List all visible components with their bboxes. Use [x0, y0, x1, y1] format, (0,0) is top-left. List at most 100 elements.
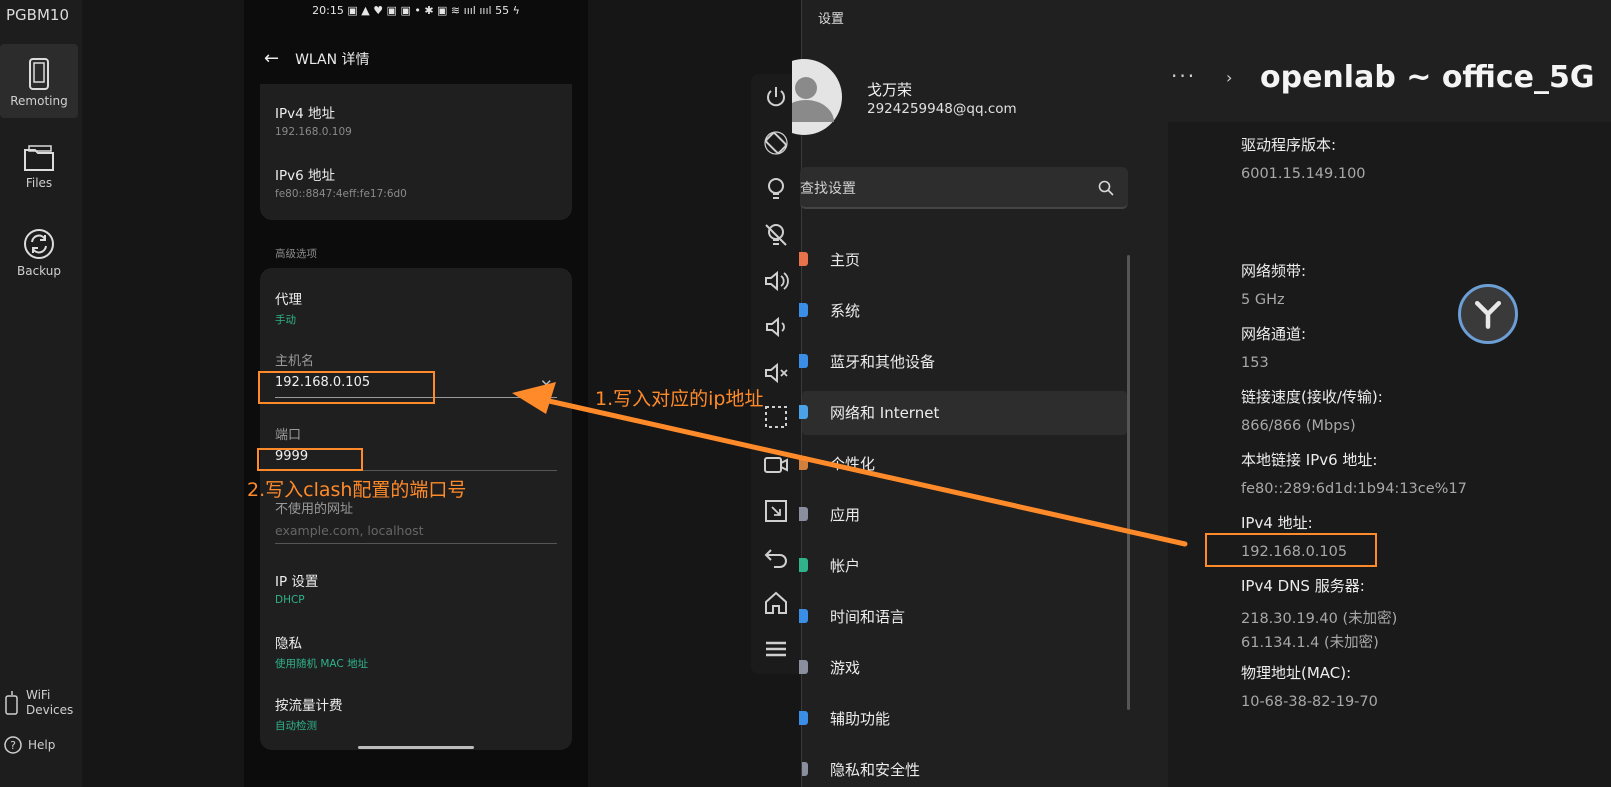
- sync-icon: [24, 229, 54, 259]
- nav-label: 系统: [830, 302, 861, 320]
- nav-label: 辅助功能: [830, 710, 891, 728]
- rotate-icon[interactable]: [763, 130, 789, 156]
- bypass-underline: [275, 543, 557, 544]
- nav-item-home[interactable]: 主页: [799, 238, 1127, 282]
- channel-label: 网络通道:: [1241, 325, 1307, 343]
- driver-version-value: 6001.15.149.100: [1241, 166, 1366, 182]
- back-icon[interactable]: [763, 544, 789, 570]
- screenshot-icon[interactable]: [763, 404, 789, 430]
- mac-address-label: 物理地址(MAC):: [1241, 664, 1352, 682]
- rail-item-files[interactable]: Files: [0, 144, 78, 200]
- remote-control-toolbar: [751, 74, 801, 674]
- clear-icon[interactable]: ✕: [540, 376, 553, 394]
- gamepad-icon: [799, 660, 808, 674]
- dns-server-1-value: 218.30.19.40 (未加密): [1241, 611, 1398, 627]
- settings-search-input[interactable]: 查找设置: [800, 167, 1128, 209]
- volume-down-icon[interactable]: [763, 314, 789, 340]
- power-icon[interactable]: [763, 84, 789, 110]
- proxy-row[interactable]: 代理 手动: [275, 288, 302, 327]
- bypass-input[interactable]: example.com, localhost: [275, 523, 424, 538]
- metered-row[interactable]: 按流量计费 自动检测: [275, 694, 343, 733]
- ip-settings-value: DHCP: [275, 594, 305, 606]
- home-icon[interactable]: [763, 590, 789, 616]
- privacy-row[interactable]: 隐私 使用随机 MAC 地址: [275, 632, 368, 671]
- breadcrumb-overflow-button[interactable]: ···: [1171, 64, 1196, 88]
- ip-settings-label: IP 设置: [275, 574, 319, 590]
- nav-item-apps[interactable]: 应用: [799, 493, 1127, 537]
- avatar[interactable]: [792, 58, 852, 136]
- advanced-options-title: 高级选项: [275, 248, 317, 260]
- svg-text:?: ?: [10, 739, 16, 752]
- record-icon[interactable]: [763, 452, 789, 478]
- mute-icon[interactable]: [763, 360, 789, 386]
- floating-app-badge-icon[interactable]: [1458, 284, 1518, 344]
- rail-item-remoting[interactable]: Remoting: [0, 44, 78, 118]
- user-email: 2924259948@qq.com: [867, 101, 1017, 117]
- globe-icon: [799, 609, 808, 623]
- search-placeholder: 查找设置: [800, 181, 856, 197]
- hostname-highlight-box: [258, 371, 435, 404]
- account-icon: [799, 558, 808, 572]
- nav-item-accounts[interactable]: 帐户: [799, 544, 1127, 588]
- device-icon: [5, 691, 18, 715]
- nav-item-accessibility[interactable]: 辅助功能: [799, 697, 1127, 741]
- help-button[interactable]: ? Help: [4, 736, 55, 754]
- ipv4-address-label: IPv4 地址:: [1241, 514, 1313, 532]
- network-properties-pane: ··· › openlab ~ office_5G 驱动程序版本: 6001.1…: [1168, 0, 1611, 787]
- channel-value: 153: [1241, 355, 1269, 371]
- ipv6-value: fe80::8847:4eff:fe17:6d0: [275, 188, 407, 200]
- rail-item-label: Backup: [17, 264, 61, 278]
- nav-label: 时间和语言: [830, 608, 906, 626]
- dns-server-2-value: 61.134.1.4 (未加密): [1241, 635, 1379, 651]
- link-speed-label: 链接速度(接收/传输):: [1241, 388, 1383, 406]
- ipv6-link-local-value: fe80::289:6d1d:1b94:13ce%17: [1241, 481, 1467, 497]
- status-bar: 20:15 ▣ ▲ ♥ ▣ ▣ • ✱ ▣ ≋ ıııl ıııl 55 ϟ: [312, 4, 520, 17]
- proxy-value: 手动: [275, 314, 296, 326]
- menu-icon[interactable]: [763, 636, 789, 662]
- bulb-off-icon[interactable]: [763, 222, 789, 248]
- crop-icon[interactable]: [763, 498, 789, 524]
- home-icon: [799, 252, 808, 266]
- driver-version-label: 驱动程序版本:: [1241, 136, 1337, 154]
- search-icon[interactable]: [1098, 180, 1114, 196]
- ip-address-card: IPv4 地址 192.168.0.109 IPv6 地址 fe80::8847…: [260, 84, 572, 220]
- rail-item-label: Remoting: [10, 94, 68, 108]
- nav-label: 应用: [830, 506, 861, 524]
- advanced-options-card: 代理 手动 主机名 192.168.0.105 端口 9999 不使用的网址 e…: [260, 268, 572, 750]
- page-title: openlab ~ office_5G: [1260, 60, 1595, 95]
- nav-item-time-language[interactable]: 时间和语言: [799, 595, 1127, 639]
- nav-item-system[interactable]: 系统: [799, 289, 1127, 333]
- wifi-devices-label: WiFi Devices: [26, 688, 74, 717]
- ipv6-label: IPv6 地址: [275, 168, 335, 184]
- nav-item-personalization[interactable]: 个性化: [799, 442, 1127, 486]
- ipv4-label: IPv4 地址: [275, 106, 335, 122]
- ip-settings-row[interactable]: IP 设置 DHCP: [275, 570, 318, 606]
- nav-label: 游戏: [830, 659, 861, 677]
- bulb-icon[interactable]: [763, 176, 789, 202]
- bluetooth-icon: [799, 354, 808, 368]
- nav-label: 帐户: [830, 557, 861, 575]
- help-label: Help: [28, 738, 56, 752]
- nav-label: 隐私和安全性: [830, 761, 921, 779]
- nav-item-gaming[interactable]: 游戏: [799, 646, 1127, 690]
- privacy-label: 隐私: [275, 636, 302, 652]
- accessibility-icon: [799, 711, 808, 725]
- rail-item-backup[interactable]: Backup: [0, 228, 78, 284]
- window-title: 设置: [818, 12, 845, 27]
- nav-item-network[interactable]: 网络和 Internet: [799, 391, 1127, 435]
- shield-icon: [802, 762, 808, 776]
- wifi-devices-button[interactable]: WiFi Devices: [4, 688, 73, 718]
- nav-scrollbar[interactable]: [1127, 255, 1130, 710]
- volume-up-icon[interactable]: [763, 268, 789, 294]
- back-arrow-icon[interactable]: ←: [264, 48, 279, 69]
- nav-item-bluetooth[interactable]: 蓝牙和其他设备: [799, 340, 1127, 384]
- metered-value: 自动检测: [275, 720, 317, 732]
- port-label: 端口: [275, 428, 302, 443]
- bypass-field[interactable]: 不使用的网址 example.com, localhost: [275, 498, 424, 538]
- nav-item-privacy[interactable]: 隐私和安全性: [802, 748, 1127, 787]
- mac-address-value: 10-68-38-82-19-70: [1241, 694, 1378, 710]
- apps-icon: [799, 507, 808, 521]
- page-title: WLAN 详情: [295, 51, 370, 68]
- wlan-detail-header: ← WLAN 详情: [264, 48, 370, 69]
- privacy-value: 使用随机 MAC 地址: [275, 658, 369, 670]
